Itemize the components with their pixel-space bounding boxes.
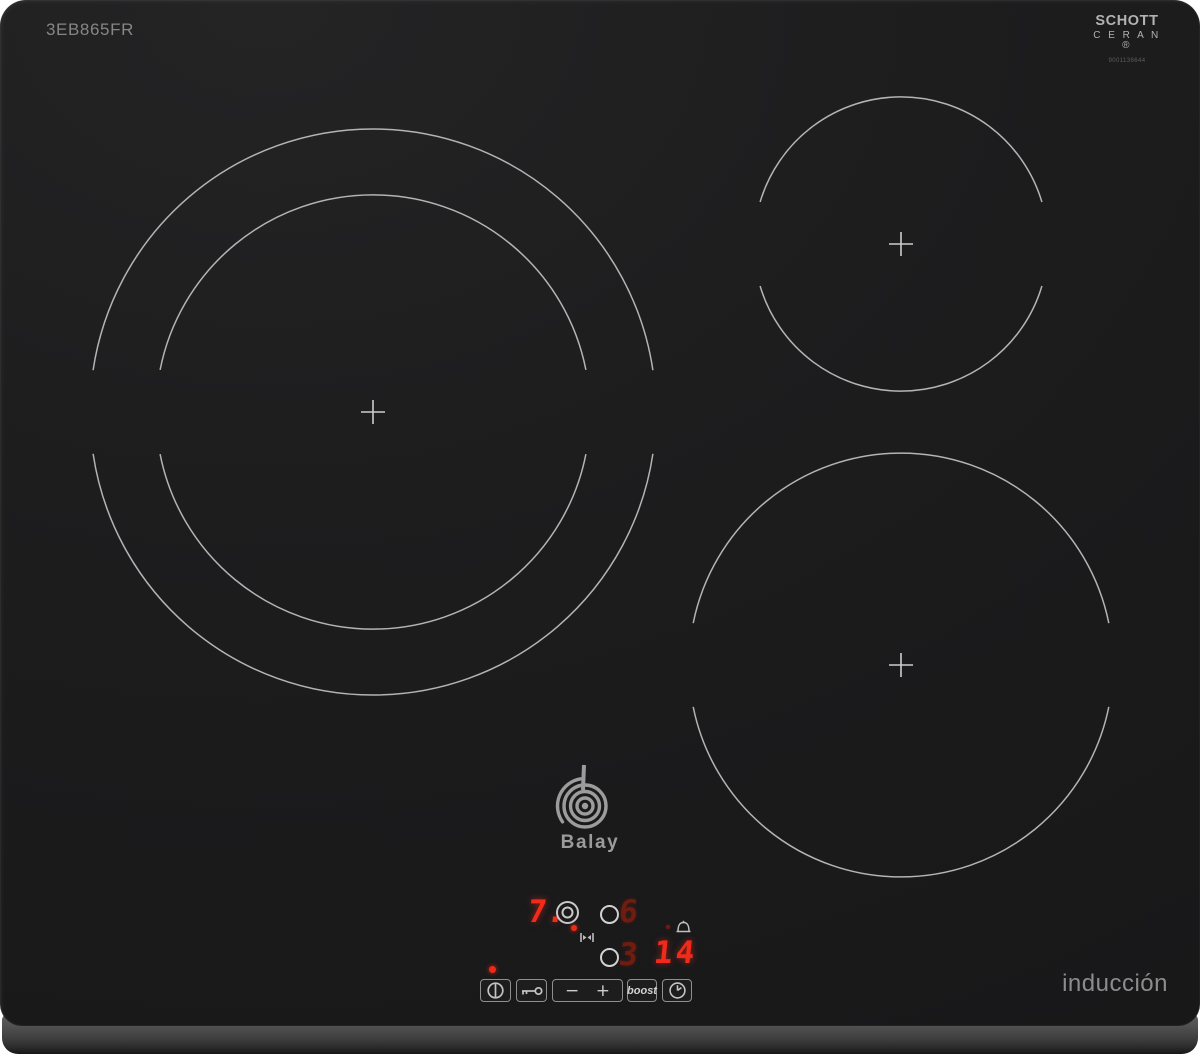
zone-select-top-right[interactable]	[600, 905, 619, 924]
top-right-zone-level-display: 6	[617, 896, 639, 928]
minus-key[interactable]: −	[565, 981, 579, 1001]
dual-zone-icon[interactable]	[554, 899, 581, 926]
key-lock-icon	[520, 985, 543, 997]
zone-select-bottom-right[interactable]	[600, 948, 619, 967]
timer-zone-dot	[666, 925, 670, 929]
timer-button[interactable]	[662, 979, 692, 1002]
plus-cross-icon	[361, 232, 913, 677]
power-button[interactable]	[480, 979, 511, 1002]
left-zone-active-dot	[571, 925, 577, 931]
power-icon	[486, 981, 505, 1000]
timer-clock-icon	[668, 981, 687, 1000]
schott-line1: SCHOTT	[1093, 14, 1161, 29]
minus-plus-button[interactable]: − +	[552, 979, 623, 1002]
boost-button[interactable]: boost	[627, 979, 657, 1002]
schott-line2: C E R A N ®	[1093, 31, 1161, 51]
boost-label: boost	[627, 985, 657, 997]
cooking-zones-layer	[0, 0, 1200, 1026]
balay-logo-icon	[545, 760, 635, 835]
plus-key[interactable]: +	[596, 981, 610, 1001]
balay-wordmark: Balay	[545, 832, 635, 854]
bottom-right-zone-level-display: 3	[617, 939, 639, 971]
pan-size-icon	[580, 932, 594, 943]
key-lock-button[interactable]	[516, 979, 547, 1002]
product-type-label: inducción	[1008, 970, 1168, 998]
schott-ceran-logo: SCHOTT C E R A N ® 9001136644	[1093, 14, 1161, 64]
schott-code: 9001136644	[1093, 58, 1161, 64]
model-number: 3EB865FR	[46, 20, 134, 40]
induction-hob-photo: 3EB865FR SCHOTT C E R A N ® 9001136644 B…	[0, 0, 1200, 1056]
bell-icon	[675, 919, 692, 936]
timer-display: 14	[652, 937, 699, 969]
power-indicator-dot	[489, 966, 496, 973]
